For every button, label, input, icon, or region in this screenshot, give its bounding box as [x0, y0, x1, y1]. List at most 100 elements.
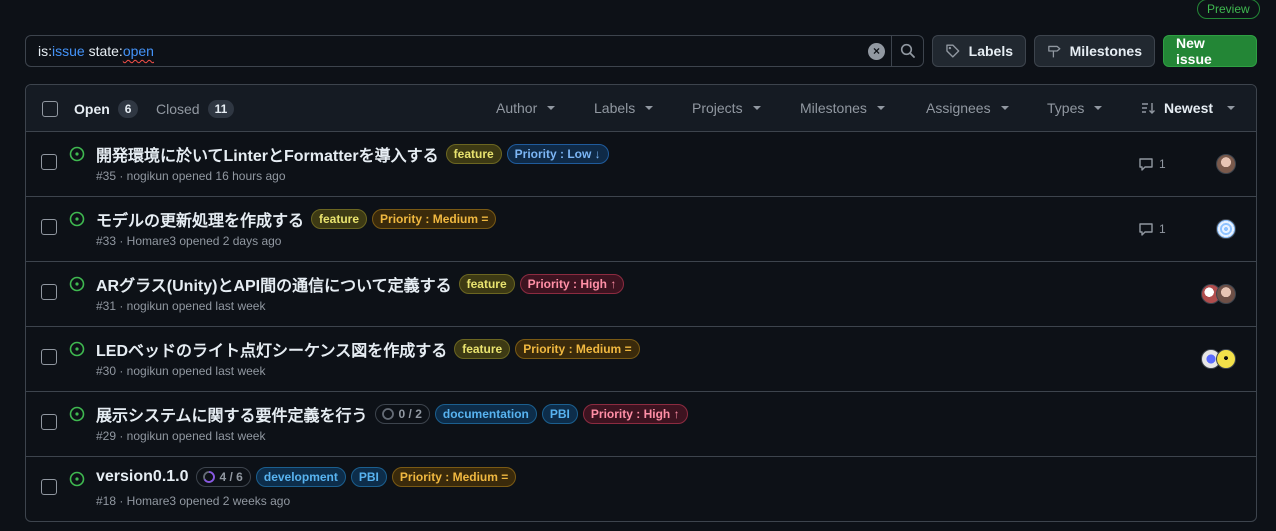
issue-label[interactable]: Priority : Medium = [515, 339, 640, 359]
issue-title-line: モデルの更新処理を作成する feature Priority : Medium = [96, 207, 497, 231]
comment-count[interactable]: 1 [1138, 221, 1166, 237]
filter-types[interactable]: Types [1047, 100, 1103, 116]
issue-opened-icon [69, 276, 85, 292]
comment-icon [1139, 223, 1153, 236]
subissue-progress[interactable]: 4 / 6 [195, 467, 251, 487]
sort-dropdown[interactable]: Newest [1140, 100, 1236, 116]
issue-title-link[interactable]: version0.1.0 [96, 468, 189, 486]
issue-meta: #18 · Homare3 opened 2 weeks ago [96, 494, 291, 508]
issue-label[interactable]: PBI [541, 404, 578, 424]
issue-label[interactable]: Priority : Low ↓ [506, 144, 609, 164]
chevron-down-icon [645, 106, 654, 110]
issue-title-link[interactable]: ARグラス(Unity)とAPI間の通信について定義する [96, 272, 452, 296]
sort-desc-icon [1142, 103, 1155, 114]
open-count-badge: 6 [117, 100, 139, 118]
issue-label[interactable]: Priority : High ↑ [519, 274, 625, 294]
issue-opened-icon [69, 146, 85, 162]
filter-author-label: Author [496, 100, 538, 116]
assignee-avatar[interactable] [1216, 154, 1236, 174]
comment-count[interactable]: 1 [1138, 156, 1166, 172]
search-button[interactable] [891, 36, 923, 66]
issue-title-line: 開発環境に於いてLinterとFormatterを導入する feature Prio… [96, 142, 609, 166]
new-issue-label: New issue [1176, 35, 1212, 67]
issue-title-line: ARグラス(Unity)とAPI間の通信について定義する feature Prior… [96, 272, 625, 296]
issue-label[interactable]: development [255, 467, 346, 487]
issue-label[interactable]: feature [445, 144, 502, 164]
new-issue-button[interactable]: New issue [1163, 35, 1257, 67]
issue-row[interactable]: LEDベッドのライト点灯シーケンス図を作成する feature Priority :… [26, 327, 1256, 392]
issue-meta: #35 · nogikun opened 16 hours ago [96, 169, 286, 183]
progress-text: 4 / 6 [219, 470, 243, 484]
issue-checkbox[interactable] [41, 479, 57, 495]
tab-closed-label: Closed [156, 101, 200, 117]
issue-title-link[interactable]: 展示システムに関する要件定義を行う [96, 402, 368, 426]
issue-checkbox[interactable] [41, 154, 57, 170]
issue-title-line: LEDベッドのライト点灯シーケンス図を作成する feature Priority :… [96, 337, 640, 361]
milestones-button-label: Milestones [1069, 43, 1142, 59]
tab-open-label: Open [74, 101, 110, 117]
search-query[interactable]: is:issue state:open [26, 43, 868, 59]
select-all-checkbox[interactable] [42, 101, 58, 117]
search-icon [900, 43, 915, 58]
issue-label[interactable]: feature [454, 339, 511, 359]
issue-checkbox[interactable] [41, 219, 57, 235]
comment-count-value: 1 [1159, 222, 1166, 236]
tag-icon [946, 44, 960, 58]
assignee-avatar[interactable] [1216, 219, 1236, 239]
issue-checkbox[interactable] [41, 414, 57, 430]
issue-label[interactable]: Priority : Medium = [372, 209, 497, 229]
issue-label[interactable]: documentation [434, 404, 537, 424]
query-qualifier-key: state: [84, 43, 123, 59]
preview-badge[interactable]: Preview [1197, 0, 1260, 19]
issue-search-input[interactable]: is:issue state:open × [25, 35, 924, 67]
tab-closed[interactable]: Closed 11 [156, 100, 235, 118]
issue-title-link[interactable]: LEDベッドのライト点灯シーケンス図を作成する [96, 337, 447, 361]
issue-title-link[interactable]: モデルの更新処理を作成する [96, 207, 304, 231]
issue-title-line: version0.1.0 4 / 6 development PBI Priority … [96, 467, 517, 487]
chevron-down-icon [752, 106, 761, 110]
filter-assignees-label: Assignees [926, 100, 991, 116]
assignee-avatar[interactable] [1216, 349, 1236, 369]
clear-search-icon[interactable]: × [868, 42, 885, 60]
progress-ring-icon [381, 408, 394, 420]
milestone-icon [1048, 45, 1061, 58]
issue-row[interactable]: モデルの更新処理を作成する feature Priority : Medium = #… [26, 197, 1256, 262]
filter-milestones[interactable]: Milestones [800, 100, 885, 116]
issue-row[interactable]: version0.1.0 4 / 6 development PBI Priority … [26, 457, 1256, 521]
filter-assignees[interactable]: Assignees [926, 100, 1009, 116]
issue-meta: #33 · Homare3 opened 2 days ago [96, 234, 282, 248]
issues-list-header: Open 6 Closed 11 Author Labels Projects … [26, 85, 1256, 132]
issue-opened-icon [69, 406, 85, 422]
subissue-progress[interactable]: 0 / 2 [374, 404, 430, 424]
issues-list: Open 6 Closed 11 Author Labels Projects … [25, 84, 1257, 522]
progress-ring-icon [202, 471, 215, 483]
issue-label[interactable]: feature [458, 274, 515, 294]
issue-opened-icon [69, 211, 85, 227]
issue-rows: 開発環境に於いてLinterとFormatterを導入する feature Prio… [26, 132, 1256, 521]
filter-projects-label: Projects [692, 100, 743, 116]
issue-meta: #29 · nogikun opened last week [96, 429, 266, 443]
issue-row[interactable]: ARグラス(Unity)とAPI間の通信について定義する feature Prior… [26, 262, 1256, 327]
issue-label[interactable]: PBI [350, 467, 387, 487]
labels-button[interactable]: Labels [932, 35, 1026, 67]
tab-open[interactable]: Open 6 [74, 100, 139, 118]
issue-row[interactable]: 展示システムに関する要件定義を行う 0 / 2 documentation PBI Pr… [26, 392, 1256, 457]
filter-projects[interactable]: Projects [692, 100, 761, 116]
issue-label[interactable]: Priority : Medium = [391, 467, 517, 487]
chevron-down-icon [1000, 106, 1009, 110]
issue-label[interactable]: Priority : High ↑ [582, 404, 688, 424]
progress-text: 0 / 2 [398, 407, 422, 421]
issue-label[interactable]: feature [311, 209, 368, 229]
issue-checkbox[interactable] [41, 284, 57, 300]
assignee-avatar[interactable] [1216, 284, 1236, 304]
issue-checkbox[interactable] [41, 349, 57, 365]
filter-labels-label: Labels [594, 100, 636, 116]
comment-count-value: 1 [1159, 157, 1166, 171]
labels-button-label: Labels [968, 43, 1013, 59]
filter-labels[interactable]: Labels [594, 100, 654, 116]
filter-author[interactable]: Author [496, 100, 556, 116]
filter-milestones-label: Milestones [800, 100, 867, 116]
issue-row[interactable]: 開発環境に於いてLinterとFormatterを導入する feature Prio… [26, 132, 1256, 197]
issue-title-link[interactable]: 開発環境に於いてLinterとFormatterを導入する [96, 142, 439, 166]
milestones-button[interactable]: Milestones [1034, 35, 1155, 67]
